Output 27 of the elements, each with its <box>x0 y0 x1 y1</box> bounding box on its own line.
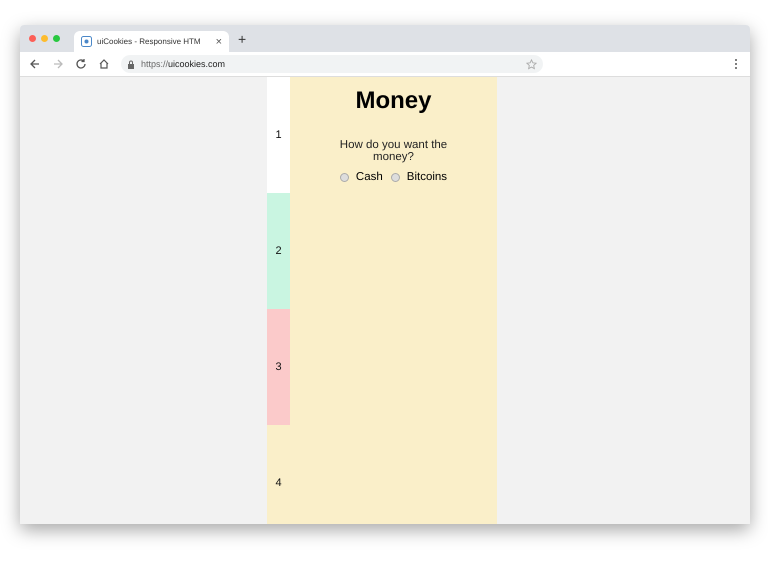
home-icon[interactable] <box>98 58 110 70</box>
question-text: How do you want the money? <box>338 139 448 163</box>
option-label[interactable]: Bitcoins <box>406 171 448 183</box>
close-tab-button[interactable]: × <box>216 36 222 48</box>
reload-icon[interactable] <box>75 58 87 70</box>
step-number: 4 <box>275 477 282 489</box>
url-text: https://uicookies.com <box>141 59 226 69</box>
maximize-window-icon[interactable] <box>53 35 60 42</box>
radio-button[interactable] <box>340 172 349 182</box>
step-number: 2 <box>275 245 282 257</box>
browser-tab[interactable]: uiCookies - Responsive HTM × <box>74 31 229 52</box>
close-window-icon[interactable] <box>29 35 36 42</box>
address-bar[interactable]: https://uicookies.com <box>121 55 543 73</box>
step-number: 3 <box>275 361 282 373</box>
tab-title: uiCookies - Responsive HTM <box>97 37 202 46</box>
option-label[interactable]: Cash <box>356 171 383 183</box>
new-tab-button[interactable]: + <box>238 30 246 46</box>
forward-icon[interactable] <box>52 58 64 70</box>
radio-button[interactable] <box>390 172 400 182</box>
lock-icon <box>127 60 135 68</box>
minimize-window-icon[interactable] <box>41 35 48 42</box>
bookmark-star-icon[interactable] <box>526 58 537 70</box>
menu-icon[interactable] <box>734 58 738 70</box>
step-number: 1 <box>275 129 282 141</box>
favicon-icon <box>81 36 92 47</box>
back-icon[interactable] <box>29 58 41 70</box>
panel-title: Money <box>355 87 432 115</box>
